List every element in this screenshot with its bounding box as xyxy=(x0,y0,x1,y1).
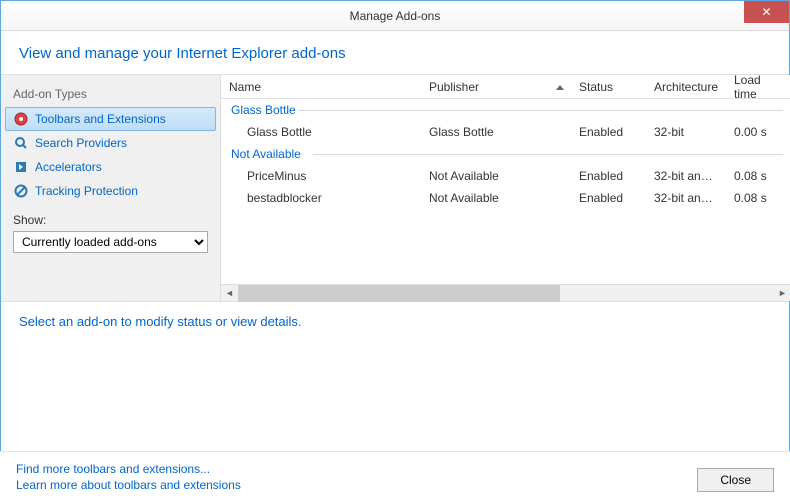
cell-status: Enabled xyxy=(571,123,646,141)
sidebar-item-label: Search Providers xyxy=(35,136,127,150)
cell-publisher: Not Available xyxy=(421,189,571,207)
scroll-thumb[interactable] xyxy=(238,285,560,302)
sidebar-heading: Add-on Types xyxy=(1,83,220,107)
sidebar: Add-on Types Toolbars and Extensions Sea… xyxy=(1,75,221,301)
cell-architecture: 32-bit and ... xyxy=(646,189,726,207)
column-header-status[interactable]: Status xyxy=(571,76,646,98)
cell-architecture: 32-bit xyxy=(646,123,726,141)
table-header: Name Publisher Status Architecture Load … xyxy=(221,75,790,99)
window-close-button[interactable]: ✕ xyxy=(744,1,789,23)
table-row[interactable]: PriceMinus Not Available Enabled 32-bit … xyxy=(221,165,790,187)
sidebar-item-tracking-protection[interactable]: Tracking Protection xyxy=(1,179,220,203)
scroll-right-arrow-icon[interactable]: ► xyxy=(774,285,790,302)
cell-status: Enabled xyxy=(571,189,646,207)
search-icon xyxy=(13,135,29,151)
scroll-left-arrow-icon[interactable]: ◄ xyxy=(221,285,238,302)
cell-status: Enabled xyxy=(571,167,646,185)
horizontal-scrollbar[interactable]: ◄ ► xyxy=(221,284,790,301)
cell-name: Glass Bottle xyxy=(221,123,421,141)
show-section: Show: Currently loaded add-ons xyxy=(1,203,220,253)
cell-load-time: 0.08 s xyxy=(726,189,790,207)
sidebar-item-search-providers[interactable]: Search Providers xyxy=(1,131,220,155)
titlebar: Manage Add-ons ✕ xyxy=(1,1,789,31)
cell-publisher: Glass Bottle xyxy=(421,123,571,141)
table-row[interactable]: bestadblocker Not Available Enabled 32-b… xyxy=(221,187,790,209)
column-header-architecture[interactable]: Architecture xyxy=(646,76,726,98)
column-header-name[interactable]: Name xyxy=(221,76,421,98)
show-select[interactable]: Currently loaded add-ons xyxy=(13,231,208,253)
group-header[interactable]: Not Available xyxy=(221,143,790,165)
gear-icon xyxy=(13,111,29,127)
close-button[interactable]: Close xyxy=(697,468,774,492)
show-label: Show: xyxy=(13,213,208,227)
detail-message: Select an add-on to modify status or vie… xyxy=(1,302,789,458)
table-row[interactable]: Glass Bottle Glass Bottle Enabled 32-bit… xyxy=(221,121,790,143)
cell-load-time: 0.08 s xyxy=(726,167,790,185)
sidebar-item-label: Toolbars and Extensions xyxy=(35,112,166,126)
learn-more-link[interactable]: Learn more about toolbars and extensions xyxy=(16,478,241,492)
scroll-track[interactable] xyxy=(238,285,774,302)
sidebar-item-accelerators[interactable]: Accelerators xyxy=(1,155,220,179)
column-header-publisher[interactable]: Publisher xyxy=(421,76,571,98)
shield-icon xyxy=(13,183,29,199)
cell-publisher: Not Available xyxy=(421,167,571,185)
sidebar-item-toolbars-extensions[interactable]: Toolbars and Extensions xyxy=(5,107,216,131)
accelerator-icon xyxy=(13,159,29,175)
group-header[interactable]: Glass Bottle xyxy=(221,99,790,121)
cell-name: PriceMinus xyxy=(221,167,421,185)
sidebar-item-label: Accelerators xyxy=(35,160,102,174)
cell-architecture: 32-bit and ... xyxy=(646,167,726,185)
cell-name: bestadblocker xyxy=(221,189,421,207)
page-subtitle: View and manage your Internet Explorer a… xyxy=(1,31,789,74)
footer-links: Find more toolbars and extensions... Lea… xyxy=(16,462,241,492)
table-body: Glass Bottle Glass Bottle Glass Bottle E… xyxy=(221,99,790,284)
window-title: Manage Add-ons xyxy=(350,9,441,23)
content-area: Add-on Types Toolbars and Extensions Sea… xyxy=(1,74,789,302)
sidebar-item-label: Tracking Protection xyxy=(35,184,138,198)
main-panel: Name Publisher Status Architecture Load … xyxy=(221,75,790,301)
cell-load-time: 0.00 s xyxy=(726,123,790,141)
footer: Find more toolbars and extensions... Lea… xyxy=(0,451,790,502)
close-icon: ✕ xyxy=(761,5,771,19)
find-more-link[interactable]: Find more toolbars and extensions... xyxy=(16,462,241,476)
